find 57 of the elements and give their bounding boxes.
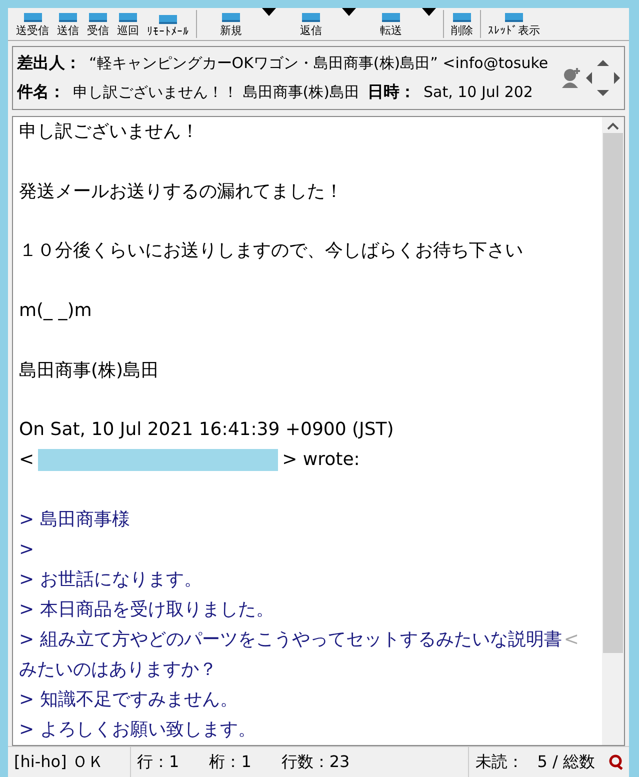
message-line: １０分後くらいにお送りしますので、今しばらくお待ち下さい xyxy=(19,239,523,264)
quoted-line: > お世話になります。 xyxy=(19,568,202,592)
toolbar-button[interactable]: 返信 xyxy=(280,8,360,40)
date-value: Sat, 10 Jul 202 xyxy=(423,83,533,101)
toolbar-button[interactable]: 転送 xyxy=(360,8,440,40)
quoted-line: > 島田商事様 xyxy=(19,508,130,532)
message-line: On Sat, 10 Jul 2021 16:41:39 +0900 (JST) xyxy=(19,418,394,442)
from-value: “軽キャンピングカーOKワゴン・島田商事(株)島田” <info@tosuke xyxy=(89,54,548,73)
magnifier-icon xyxy=(609,754,623,770)
toolbar-button[interactable]: 削除 xyxy=(447,8,477,40)
caret-icon[interactable] xyxy=(262,8,276,16)
toolbar-button[interactable]: 巡回 xyxy=(113,8,143,40)
toolbar-icon xyxy=(503,13,525,23)
date-label: 日時： xyxy=(367,82,416,103)
caret-icon[interactable] xyxy=(342,8,356,16)
toolbar-button[interactable]: ｽﾚｯﾄﾞ表示 xyxy=(484,8,544,40)
toolbar-icon xyxy=(220,13,242,23)
total-status: 5 / 総数 xyxy=(537,752,595,772)
wrap-mark: < xyxy=(564,628,579,652)
toolbar-icon xyxy=(22,13,44,23)
toolbar-button[interactable]: 受信 xyxy=(83,8,113,40)
line-count-status: 行数：23 xyxy=(281,752,350,772)
message-line: 申し訳ございません！ xyxy=(19,120,199,144)
scroll-up-icon[interactable] xyxy=(607,121,619,131)
scroll-thumb[interactable] xyxy=(603,133,623,653)
toolbar-button[interactable]: ﾘﾓｰﾄﾒｰﾙ xyxy=(143,8,193,40)
quoted-line: > 知識不足ですみません。 xyxy=(19,688,238,712)
toolbar-icon xyxy=(117,13,139,23)
toolbar-button[interactable]: 送信 xyxy=(53,8,83,40)
toolbar-icon xyxy=(57,13,79,23)
quoted-line: > よろしくお願い致します。 xyxy=(19,718,256,742)
toolbar-button[interactable]: 送受信 xyxy=(12,8,53,40)
bracket-text: < xyxy=(19,448,34,472)
toolbar-icon xyxy=(380,13,402,23)
unread-label: 未読： xyxy=(475,752,524,772)
message-line: 島田商事(株)島田 xyxy=(19,358,160,383)
toolbar-icon xyxy=(157,15,179,25)
message-line: m(_ _)m xyxy=(19,299,92,324)
navigation-arrows-icon[interactable] xyxy=(586,58,620,98)
add-contact-icon[interactable] xyxy=(560,67,582,89)
from-label: 差出人： xyxy=(17,53,81,74)
subject-value: 申し訳ございません！！ 島田商事(株)島田 xyxy=(73,83,360,102)
line-status: 行：1 xyxy=(137,752,180,772)
wrote-text: > wrote: xyxy=(282,448,360,472)
toolbar-icon xyxy=(451,13,473,23)
column-status: 桁：1 xyxy=(209,752,252,772)
account-status: [hi-ho] ＯＫ xyxy=(14,752,104,772)
scrollbar[interactable] xyxy=(602,117,624,745)
toolbar-icon xyxy=(87,13,109,23)
quoted-line: > 本日商品を受け取りました。 xyxy=(19,598,274,622)
quoted-line: > xyxy=(19,538,34,562)
caret-icon[interactable] xyxy=(422,8,436,16)
quoted-line: > 組み立て方やどのパーツをこうやってセットするみたいな説明書 xyxy=(19,628,562,652)
quoted-line: みたいのはありますか？ xyxy=(19,658,217,682)
toolbar-icon xyxy=(300,13,322,23)
toolbar-button[interactable]: 新規 xyxy=(200,8,280,40)
message-line: 発送メールお送りするの漏れてました！ xyxy=(19,180,343,204)
